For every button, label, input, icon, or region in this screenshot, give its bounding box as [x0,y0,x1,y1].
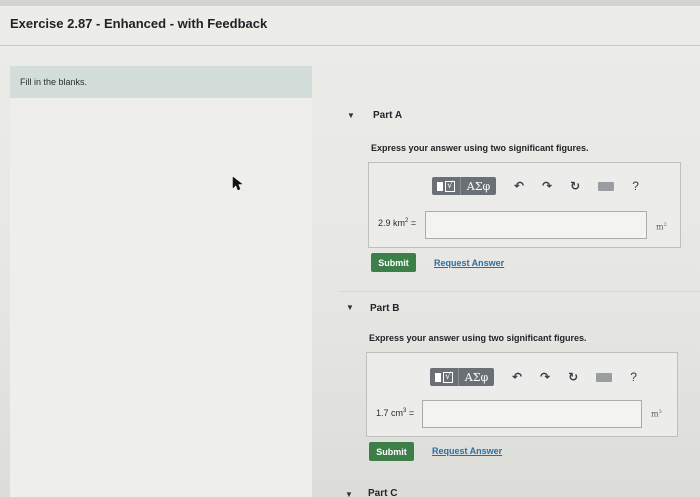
symbols-button[interactable]: ΑΣφ [458,368,494,386]
help-button[interactable]: ? [630,370,637,384]
keyboard-icon[interactable] [598,181,615,191]
left-panel [10,98,312,497]
redo-icon[interactable]: ↷ [542,180,552,192]
symbols-button[interactable]: ΑΣφ [460,177,496,195]
keyboard-icon[interactable] [596,372,613,382]
part-a-unit: m2 [656,222,667,232]
reset-icon[interactable]: ↻ [570,180,580,192]
radical-icon: √ [443,371,453,383]
part-a-answer-input[interactable] [425,211,647,239]
instructions-panel: Fill in the blanks. [10,66,312,98]
part-c-toggle-icon[interactable]: ▼ [345,490,353,497]
part-b-toolbar-group: √ ΑΣφ [430,368,494,386]
part-divider [340,291,700,292]
part-b-toolbar: √ ΑΣφ ↶ ↷ ↻ ? [430,368,637,386]
part-b-unit-base: m [651,409,659,419]
part-a-unit-base: m [656,222,664,232]
part-b-submit-button[interactable]: Submit [369,442,414,461]
part-a-toolbar-group: √ ΑΣφ [432,177,496,195]
radical-icon: √ [445,180,455,192]
part-a-eq-sign: = [408,218,417,228]
instructions-text: Fill in the blanks. [20,77,88,87]
part-b-eq-value: 1.7 cm [376,408,404,418]
part-a-eq-value: 2.9 km [378,218,406,228]
part-b-answer-input[interactable] [422,400,642,428]
help-button[interactable]: ? [632,179,639,193]
mouse-cursor-icon [232,176,243,191]
part-b-request-answer-link[interactable]: Request Answer [432,446,502,456]
part-c-label[interactable]: Part C [368,488,397,497]
part-a-prompt: Express your answer using two significan… [371,143,589,153]
redo-icon[interactable]: ↷ [540,371,550,383]
part-b-eq-sign: = [406,408,415,418]
part-a-toggle-icon[interactable]: ▼ [347,111,355,120]
undo-icon[interactable]: ↶ [514,180,524,192]
page-title: Exercise 2.87 - Enhanced - with Feedback [10,16,268,31]
header: Exercise 2.87 - Enhanced - with Feedback [0,6,700,46]
templates-button[interactable]: √ [430,368,458,386]
part-b-equation-label: 1.7 cm3 = [376,408,414,418]
templates-button[interactable]: √ [432,177,460,195]
part-b-label[interactable]: Part B [370,303,399,314]
part-a-request-answer-link[interactable]: Request Answer [434,258,504,268]
part-b-unit-exponent: 3 [658,409,662,415]
part-b-prompt: Express your answer using two significan… [369,333,587,343]
template-square-icon [437,181,444,191]
part-a-submit-button[interactable]: Submit [371,253,416,272]
part-a-unit-exponent: 2 [663,222,667,228]
part-b-toggle-icon[interactable]: ▼ [346,303,354,312]
part-b-unit: m3 [651,409,662,419]
template-square-icon [435,372,442,382]
part-a-equation-label: 2.9 km2 = [378,218,416,228]
reset-icon[interactable]: ↻ [568,371,578,383]
undo-icon[interactable]: ↶ [512,371,522,383]
part-a-label[interactable]: Part A [373,110,402,121]
part-a-toolbar: √ ΑΣφ ↶ ↷ ↻ ? [432,177,639,195]
